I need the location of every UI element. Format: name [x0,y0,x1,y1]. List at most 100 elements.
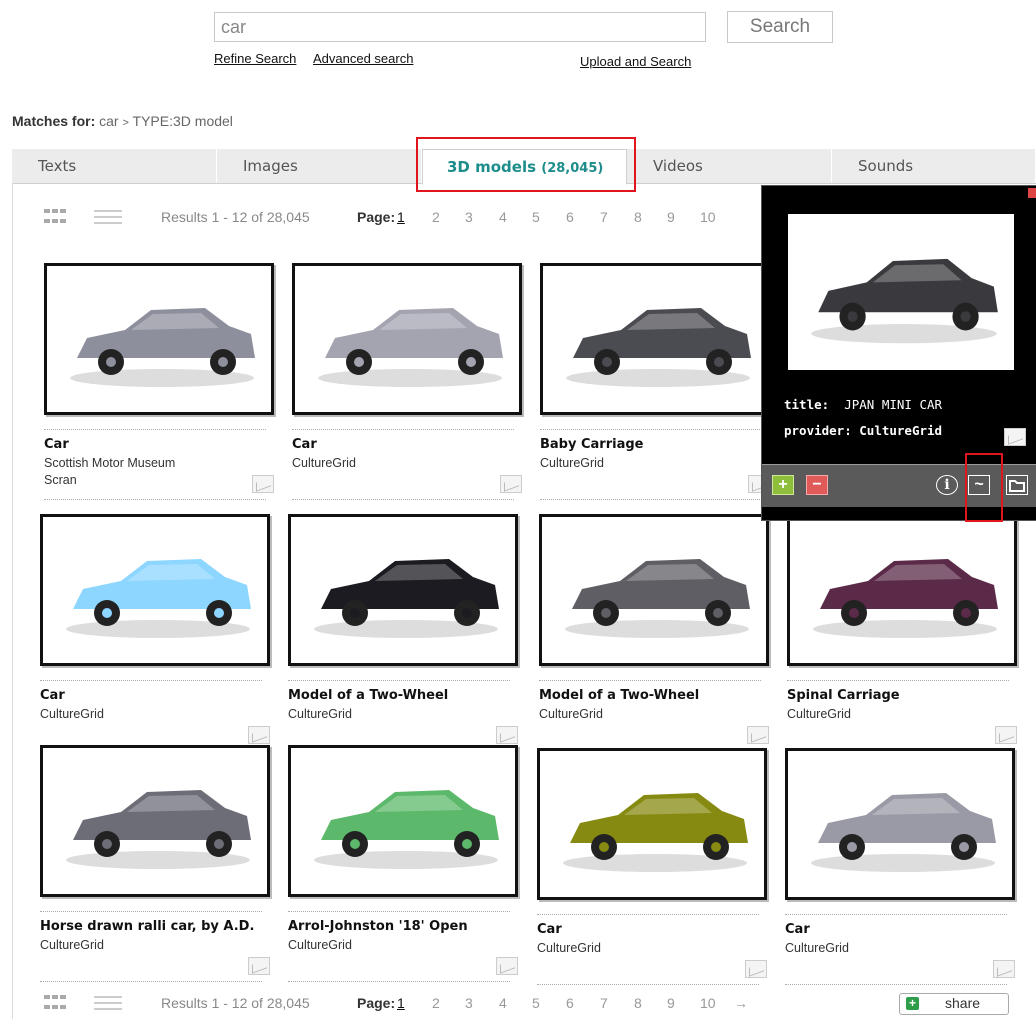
result-thumbnail[interactable] [40,514,270,666]
car-model-image [566,308,751,387]
result-title[interactable]: Model of a Two-Wheel [539,688,699,703]
result-provider-name: CultureGrid [537,941,601,955]
result-provider-name: CultureGrid [288,938,352,952]
folder-icon[interactable] [1006,475,1028,495]
page-4-link[interactable]: 4 [499,209,507,225]
grid-view-icon[interactable] [44,995,66,1013]
preview-provider-label: provider: [784,423,852,438]
result-card: Arrol-Johnston '18' Open CultureGrid [288,745,520,982]
result-thumbnail[interactable] [40,745,270,897]
image-placeholder-icon [747,726,769,744]
preview-image[interactable] [788,214,1014,370]
share-button[interactable]: + share [899,993,1009,1015]
result-thumbnail[interactable] [537,748,767,900]
next-page-arrow[interactable]: → [734,995,748,1011]
result-thumbnail[interactable] [288,745,518,897]
result-provider-name: CultureGrid [288,707,352,721]
result-provider: CultureGrid [40,706,104,723]
result-thumbnail[interactable] [540,263,770,415]
page-7-link[interactable]: 7 [600,995,608,1011]
tab-videos[interactable]: Videos [627,149,832,183]
upload-and-search-link[interactable]: Upload and Search [580,54,691,69]
remove-icon[interactable]: − [806,475,828,495]
advanced-search-link[interactable]: Advanced search [313,51,413,66]
tab-3d-models[interactable]: 3D models (28,045) [422,149,627,185]
result-card: Horse drawn ralli car, by A.D. CultureGri… [40,745,272,982]
result-title[interactable]: Car [537,922,562,937]
result-title[interactable]: Car [44,437,69,452]
result-thumbnail[interactable] [44,263,274,415]
add-icon[interactable]: + [772,475,794,495]
page-5-link[interactable]: 5 [532,995,540,1011]
page-1-link[interactable]: 1 [397,209,405,225]
tilde-icon[interactable]: ~ [968,475,990,495]
tab-texts-label: Texts [38,157,77,175]
car-model-image [811,258,998,344]
page-5-link[interactable]: 5 [532,209,540,225]
page-1-link[interactable]: 1 [397,995,405,1011]
tab-texts[interactable]: Texts [12,149,217,183]
page-8-link[interactable]: 8 [634,995,642,1011]
result-provider-name: CultureGrid [292,456,356,470]
tab-images[interactable]: Images [217,149,422,183]
result-thumbnail[interactable] [288,514,518,666]
result-title[interactable]: Car [40,688,65,703]
result-thumbnail[interactable] [539,514,769,666]
result-title[interactable]: Car [785,922,810,937]
tab-videos-label: Videos [653,157,703,175]
result-provider: CultureGrid [537,940,601,957]
preview-title-value: JPAN MINI CAR [844,397,943,412]
refine-search-link[interactable]: Refine Search [214,51,296,66]
result-title[interactable]: Arrol-Johnston '18' Open [288,919,468,934]
result-provider: CultureGrid [292,455,356,472]
search-input[interactable] [214,12,706,42]
image-placeholder-icon [496,957,518,975]
preview-toolbar: + − i ~ [762,464,1036,507]
result-title[interactable]: Car [292,437,317,452]
list-view-icon[interactable] [94,210,122,226]
page-8-link[interactable]: 8 [634,209,642,225]
result-card: Model of a Two-Wheel CultureGrid [288,514,520,751]
result-provider: CultureGrid [787,706,851,723]
info-icon[interactable]: i [936,475,958,495]
page-10-link[interactable]: 10 [700,209,716,225]
result-provider: CultureGrid [40,937,104,954]
image-placeholder-icon [248,957,270,975]
list-view-icon[interactable] [94,996,122,1012]
car-model-image [70,308,255,387]
page-10-link[interactable]: 10 [700,995,716,1011]
result-card: Spinal Carriage CultureGrid [787,514,1019,751]
result-thumbnail[interactable] [787,514,1017,666]
results-bar-bottom: Results 1 - 12 of 28,045 Page: 1 2 3 4 5… [44,993,804,1017]
result-title[interactable]: Horse drawn ralli car, by A.D. [40,919,254,934]
page-3-link[interactable]: 3 [465,209,473,225]
result-provider-name: CultureGrid [785,941,849,955]
grid-view-icon[interactable] [44,209,66,227]
result-title[interactable]: Baby Carriage [540,437,643,452]
result-provider: CultureGrid [540,455,604,472]
result-card: Car Scottish Motor Museum Scran [44,263,276,500]
page-6-link[interactable]: 6 [566,209,574,225]
page-4-link[interactable]: 4 [499,995,507,1011]
matches-breadcrumb: Matches for: car > TYPE:3D model [12,113,233,129]
search-button[interactable]: Search [727,11,833,43]
result-title[interactable]: Spinal Carriage [787,688,900,703]
tab-sounds-label: Sounds [858,157,914,175]
image-placeholder-icon [252,475,274,493]
car-model-image [314,790,499,869]
result-title[interactable]: Model of a Two-Wheel [288,688,448,703]
result-thumbnail[interactable] [292,263,522,415]
page-3-link[interactable]: 3 [465,995,473,1011]
page-9-link[interactable]: 9 [667,995,675,1011]
close-icon[interactable] [1028,188,1036,198]
tab-sounds[interactable]: Sounds [832,149,1036,183]
car-model-image [318,308,503,387]
page-7-link[interactable]: 7 [600,209,608,225]
page-2-link[interactable]: 2 [432,209,440,225]
result-provider: CultureGrid [288,937,352,954]
result-thumbnail[interactable] [785,748,1015,900]
page-9-link[interactable]: 9 [667,209,675,225]
tab-images-label: Images [243,157,298,175]
page-6-link[interactable]: 6 [566,995,574,1011]
page-2-link[interactable]: 2 [432,995,440,1011]
